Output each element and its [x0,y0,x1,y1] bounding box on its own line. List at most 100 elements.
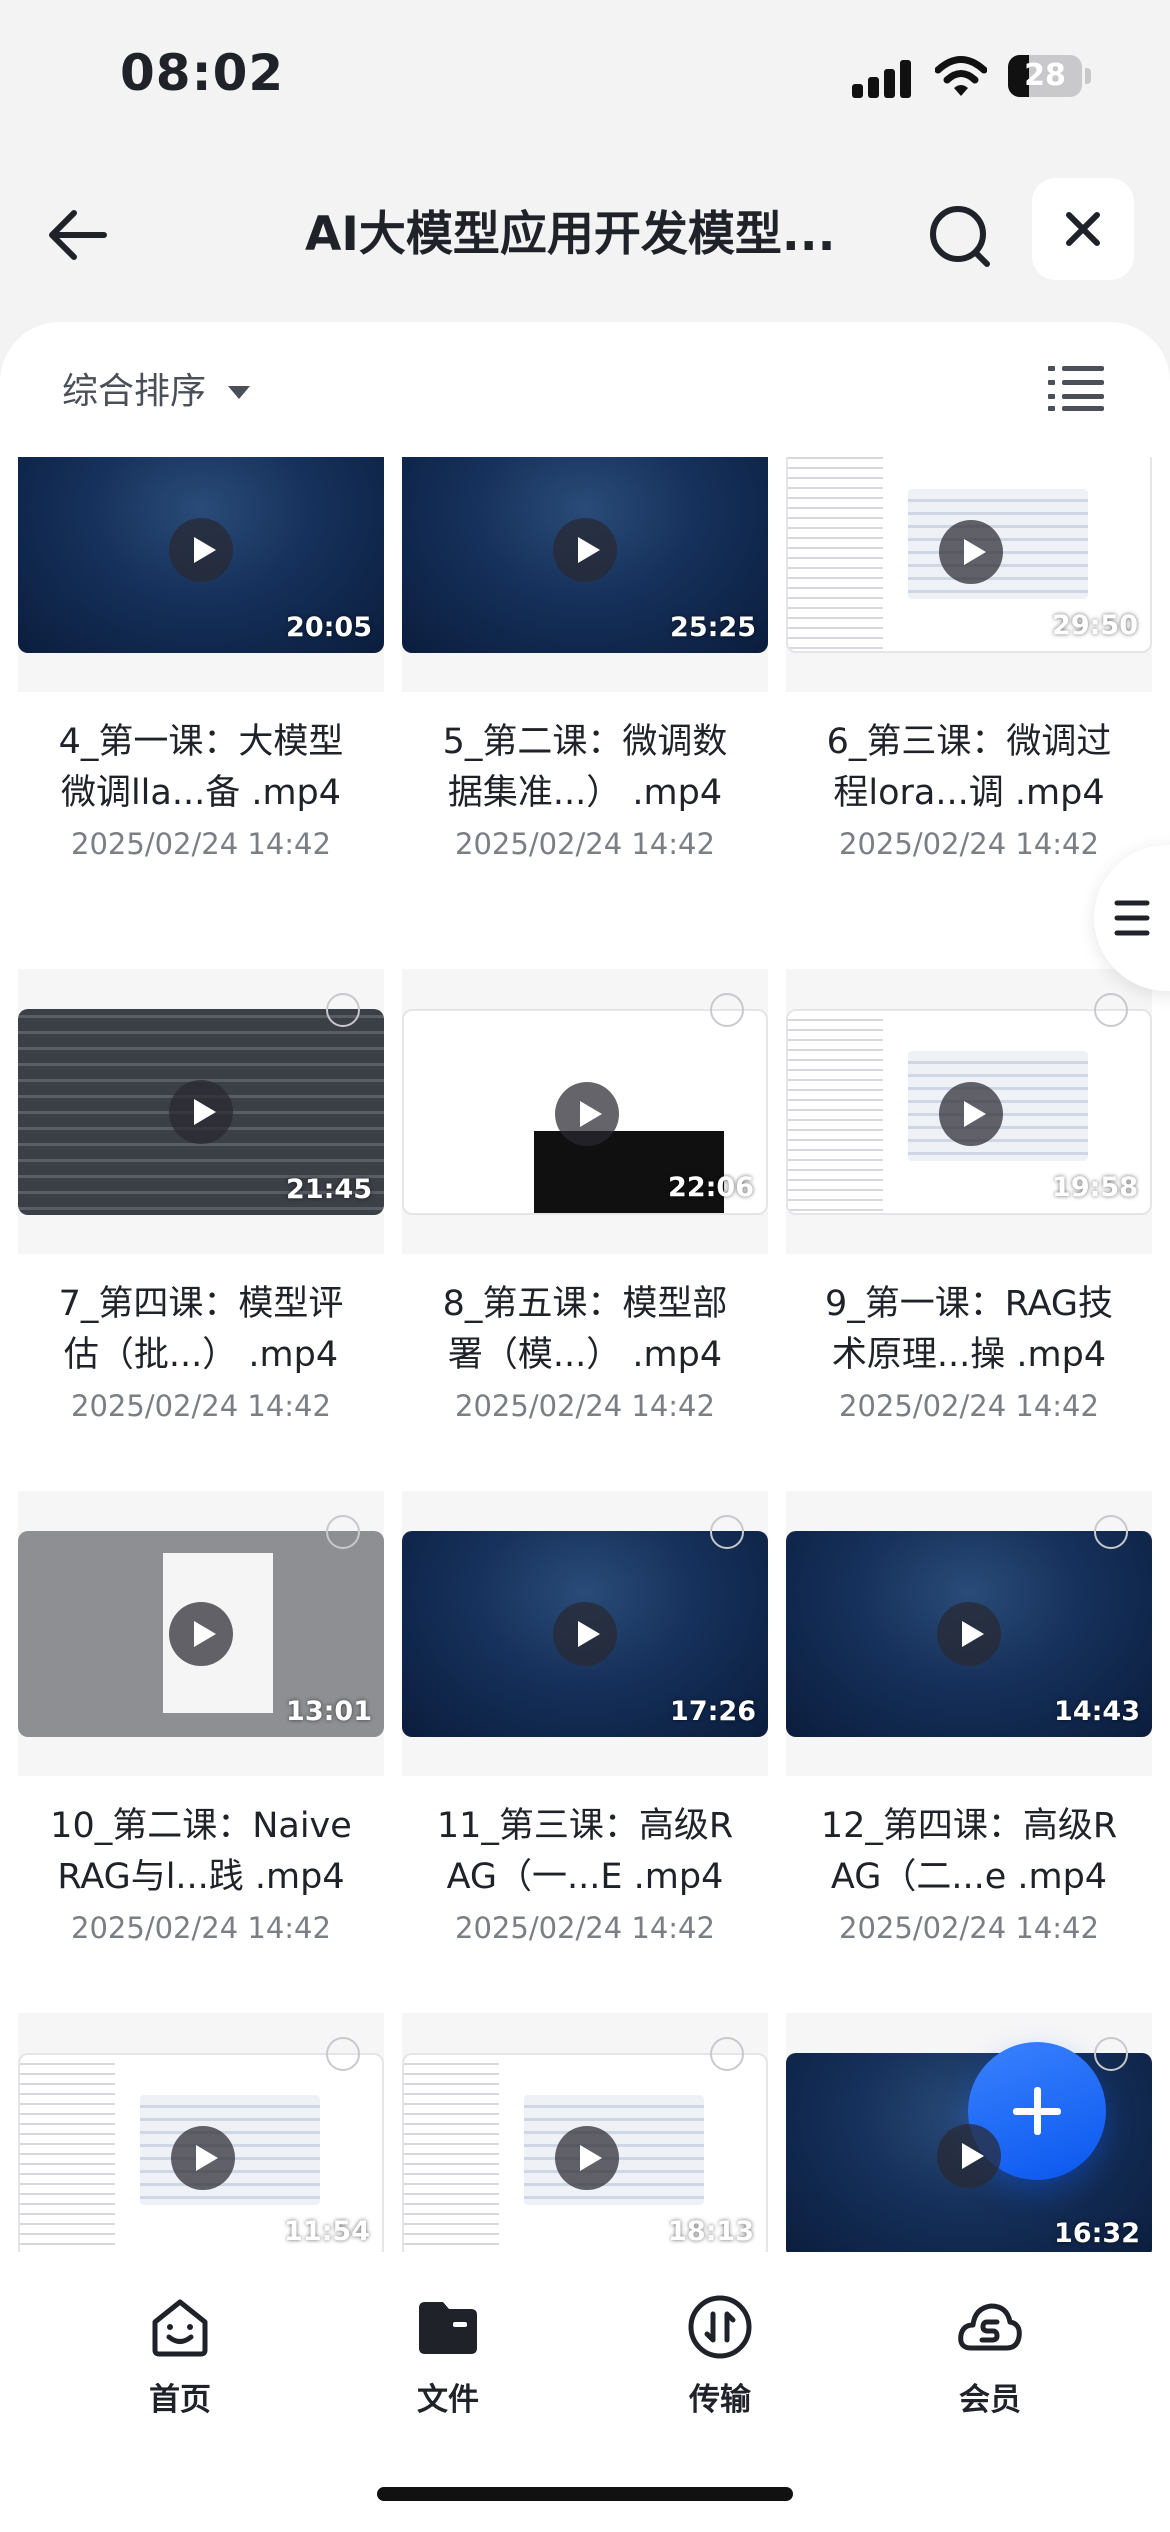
tab-files-label: 文件 [417,2382,479,2418]
file-name-line: AG（二...e .mp4 [830,1857,1108,1897]
chevron-down-icon [228,385,251,399]
play-icon [169,1080,233,1144]
video-duration: 20:05 [286,612,372,643]
tab-files[interactable]: 文件 [378,2292,518,2419]
file-name-line: 10_第二课：Naive [50,1806,352,1846]
file-date: 2025/02/24 14:42 [455,1911,715,1945]
select-checkbox[interactable] [710,2037,744,2071]
select-checkbox[interactable] [1094,993,1128,1027]
floating-menu-button[interactable] [1094,845,1170,991]
sort-label: 综合排序 [62,371,207,412]
video-duration: 16:32 [1054,2218,1140,2249]
video-duration: 14:43 [1054,1696,1140,1727]
video-duration: 13:01 [286,1696,372,1727]
select-checkbox[interactable] [1094,2037,1128,2071]
member-icon [958,2303,1022,2351]
file-date: 2025/02/24 14:42 [455,827,715,861]
file-date: 2025/02/24 14:42 [71,1911,331,1945]
play-icon [171,2126,235,2190]
video-duration: 25:25 [670,612,756,643]
select-checkbox[interactable] [326,1515,360,1549]
file-name: 5_第二课：微调数 据集准...） .mp4 [402,717,768,819]
file-grid: 20:05 4_第一课：大模型 微调lla...备 .mp4 2025/02/24 1… [0,457,1170,2252]
select-checkbox[interactable] [710,993,744,1027]
file-name: 10_第二课：Naive RAG与l...践 .mp4 [18,1801,384,1903]
video-thumbnail[interactable]: 22:06 [402,1009,768,1215]
video-thumbnail[interactable]: 29:50 [786,457,1152,653]
close-icon [1066,212,1100,246]
play-icon [553,1602,617,1666]
video-duration: 21:45 [286,1174,372,1205]
file-name-line: AG（一...E .mp4 [446,1857,724,1897]
tab-member-label: 会员 [959,2382,1021,2418]
video-duration: 22:06 [668,1172,754,1203]
folder-icon [419,2302,477,2354]
file-list-panel: 综合排序 20:05 4_第一课：大模型 微调lla...备 .mp4 2025/02… [0,322,1170,2252]
video-duration: 11:54 [284,2216,370,2247]
tab-transfer[interactable]: 传输 [650,2292,790,2419]
video-thumbnail[interactable]: 14:43 [786,1531,1152,1737]
file-name-line: 术原理...操 .mp4 [831,1335,1107,1375]
back-arrow-icon[interactable] [40,195,120,275]
select-checkbox[interactable] [326,2037,360,2071]
select-checkbox[interactable] [710,1515,744,1549]
cellular-signal-icon [852,60,914,98]
play-icon [937,1602,1001,1666]
file-name-line: 8_第五课：模型部 [442,1284,728,1324]
search-icon[interactable] [922,198,998,274]
battery-level: 28 [1024,58,1066,93]
transfer-icon [688,2295,752,2359]
wifi-icon [935,56,987,96]
tab-member[interactable]: 会员 [920,2292,1060,2419]
play-icon [169,518,233,582]
file-name: 8_第五课：模型部 署（模...） .mp4 [402,1279,768,1381]
menu-icon [1114,900,1150,936]
video-thumbnail[interactable]: 11:54 [18,2053,384,2252]
file-name: 4_第一课：大模型 微调lla...备 .mp4 [18,717,384,819]
battery-icon: 28 [1008,55,1091,97]
play-icon [555,2126,619,2190]
file-name-line: 署（模...） .mp4 [447,1335,723,1375]
select-checkbox[interactable] [326,993,360,1027]
file-date: 2025/02/24 14:42 [455,1389,715,1423]
video-thumbnail[interactable]: 18:13 [402,2053,768,2252]
page-title: AI大模型应用开发模型... [305,207,836,262]
file-name-line: 估（批...） .mp4 [63,1335,339,1375]
select-checkbox[interactable] [1094,1515,1128,1549]
tab-home-label: 首页 [149,2382,211,2418]
file-name-line: 微调lla...备 .mp4 [60,773,342,813]
file-name-line: 9_第一课：RAG技 [824,1284,1114,1324]
status-time: 08:02 [120,44,285,102]
video-duration: 29:50 [1052,610,1138,641]
header: AI大模型应用开发模型... [0,170,1170,300]
video-thumbnail[interactable]: 20:05 [18,457,384,653]
file-date: 2025/02/24 14:42 [71,827,331,861]
video-thumbnail[interactable]: 21:45 [18,1009,384,1215]
file-name-line: 程lora...调 .mp4 [833,773,1105,813]
video-thumbnail[interactable]: 13:01 [18,1531,384,1737]
video-duration: 19:58 [1052,1172,1138,1203]
file-name: 11_第三课：高级R AG（一...E .mp4 [402,1801,768,1903]
file-name-line: 6_第三课：微调过 [826,722,1112,762]
play-icon [169,1602,233,1666]
video-thumbnail[interactable]: 25:25 [402,457,768,653]
file-name-line: 7_第四课：模型评 [58,1284,344,1324]
close-button[interactable] [1032,178,1134,280]
list-view-icon[interactable] [1048,364,1104,412]
file-name-line: 4_第一课：大模型 [58,722,344,762]
status-bar: 08:02 28 [0,0,1170,150]
file-name-line: RAG与l...践 .mp4 [57,1857,345,1897]
home-icon [152,2299,208,2357]
video-duration: 18:13 [668,2216,754,2247]
file-name: 6_第三课：微调过 程lora...调 .mp4 [786,717,1152,819]
sort-dropdown[interactable]: 综合排序 [62,362,251,422]
tab-home[interactable]: 首页 [110,2292,250,2419]
file-date: 2025/02/24 14:42 [839,1389,1099,1423]
video-thumbnail[interactable]: 19:58 [786,1009,1152,1215]
tab-transfer-label: 传输 [689,2382,751,2418]
play-icon [939,1082,1003,1146]
play-icon [555,1082,619,1146]
file-name: 9_第一课：RAG技 术原理...操 .mp4 [786,1279,1152,1381]
file-name-line: 11_第三课：高级R [436,1806,734,1846]
video-thumbnail[interactable]: 17:26 [402,1531,768,1737]
